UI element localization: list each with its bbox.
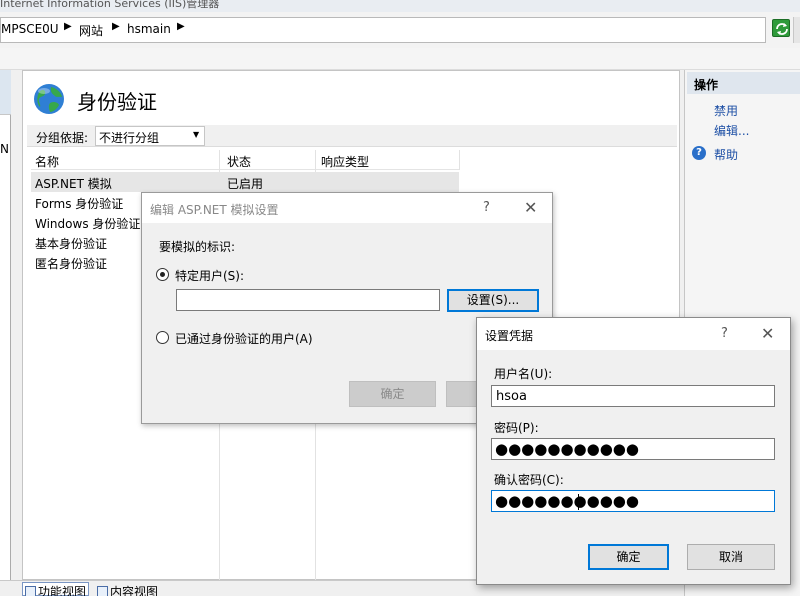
features-view-icon xyxy=(25,586,36,596)
help-icon: ? xyxy=(692,146,706,160)
action-disable-link[interactable]: 禁用 xyxy=(714,102,738,119)
group-by-value: 不进行分组 xyxy=(99,131,160,145)
radio-selected-dot xyxy=(160,272,165,277)
help-button[interactable]: ? xyxy=(721,326,728,341)
breadcrumb-separator-icon[interactable]: ▶ xyxy=(64,21,72,32)
action-help-link[interactable]: 帮助 xyxy=(714,146,738,163)
password-label: 密码(P): xyxy=(494,421,539,435)
page-title: 身份验证 xyxy=(77,90,157,114)
confirm-password-value: ●●●●●●●●●●● xyxy=(495,492,639,510)
row-name: Forms 身份验证 xyxy=(35,197,124,211)
row-name: Windows 身份验证 xyxy=(35,217,141,231)
credentials-dialog-title: 设置凭据 xyxy=(485,329,534,343)
table-row[interactable]: ASP.NET 模拟 已启用 xyxy=(31,172,459,192)
ok-button[interactable]: 确定 xyxy=(349,381,436,407)
content-view-icon xyxy=(97,586,108,596)
tab-features-view[interactable]: 功能视图 xyxy=(22,582,90,596)
tab-content-view[interactable]: 内容视图 xyxy=(97,583,158,596)
credentials-dialog: 设置凭据 ? ✕ 用户名(U): hsoa 密码(P): ●●●●●●●●●●●… xyxy=(476,317,791,585)
column-header-status[interactable]: 状态 xyxy=(227,153,251,170)
group-by-bar: 分组依据: 不进行分组 ▼ xyxy=(27,125,677,147)
row-name: 基本身份验证 xyxy=(35,237,108,251)
address-bar: MPSCE0U ▶ 网站 ▶ hsmain ▶ xyxy=(0,12,800,48)
chevron-down-icon: ▼ xyxy=(193,130,200,139)
confirm-password-label: 确认密码(C): xyxy=(494,473,564,487)
specific-user-label[interactable]: 特定用户(S): xyxy=(175,267,244,284)
column-divider xyxy=(459,150,460,170)
authenticated-user-radio[interactable] xyxy=(156,331,169,344)
identity-section-label: 要模拟的标识: xyxy=(159,240,236,254)
username-field[interactable]: hsoa xyxy=(491,385,775,407)
actions-header: 操作 xyxy=(687,72,800,94)
text-caret xyxy=(578,494,579,510)
globe-icon xyxy=(34,84,64,114)
username-label: 用户名(U): xyxy=(494,367,553,381)
breadcrumb-item-server[interactable]: MPSCE0U xyxy=(1,22,59,36)
close-icon[interactable]: ✕ xyxy=(524,198,537,217)
authenticated-user-label[interactable]: 已通过身份验证的用户(A) xyxy=(175,330,313,347)
refresh-icon[interactable] xyxy=(772,19,790,37)
impersonation-dialog-titlebar: 编辑 ASP.NET 模拟设置 ? ✕ xyxy=(142,193,552,223)
row-name: 匿名身份验证 xyxy=(35,257,108,271)
tab-features-view-label: 功能视图 xyxy=(38,585,87,596)
breadcrumb-separator-icon[interactable]: ▶ xyxy=(112,21,120,32)
password-value: ●●●●●●●●●●● xyxy=(495,440,639,458)
breadcrumb[interactable]: MPSCE0U ▶ 网站 ▶ hsmain ▶ xyxy=(0,17,766,43)
column-header-name[interactable]: 名称 xyxy=(35,153,59,170)
row-name: ASP.NET 模拟 xyxy=(35,177,112,191)
window-title: Internet Information Services (IIS)管理器 xyxy=(0,0,220,10)
close-icon[interactable]: ✕ xyxy=(761,324,774,343)
address-scroll-handle[interactable] xyxy=(793,17,800,43)
actions-title: 操作 xyxy=(694,78,719,92)
impersonation-dialog-title: 编辑 ASP.NET 模拟设置 xyxy=(150,203,279,217)
ok-button[interactable]: 确定 xyxy=(588,544,669,570)
password-field[interactable]: ●●●●●●●●●●● xyxy=(491,438,775,460)
connections-panel: N xyxy=(0,70,11,580)
credentials-dialog-titlebar: 设置凭据 ? ✕ xyxy=(477,318,790,350)
group-by-select[interactable]: 不进行分组 ▼ xyxy=(95,126,205,146)
tab-content-view-label: 内容视图 xyxy=(110,585,159,596)
specific-user-input[interactable] xyxy=(176,289,440,311)
set-credentials-button[interactable]: 设置(S)... xyxy=(447,289,539,312)
confirm-password-field[interactable]: ●●●●●●●●●●● xyxy=(491,490,775,512)
window-title-bar: Internet Information Services (IIS)管理器 xyxy=(0,0,800,12)
connections-tree-item[interactable]: N xyxy=(0,142,9,156)
cancel-button[interactable]: 取消 xyxy=(687,544,775,570)
action-edit-link[interactable]: 编辑... xyxy=(714,122,749,139)
connections-panel-header xyxy=(0,70,11,115)
breadcrumb-item-sites[interactable]: 网站 xyxy=(79,22,103,39)
row-status: 已启用 xyxy=(227,177,264,191)
table-header: 名称 状态 响应类型 xyxy=(31,150,459,170)
username-value: hsoa xyxy=(496,389,527,404)
toolbar xyxy=(0,48,800,70)
breadcrumb-separator-icon[interactable]: ▶ xyxy=(177,21,185,32)
help-button[interactable]: ? xyxy=(483,200,490,215)
column-header-response[interactable]: 响应类型 xyxy=(321,153,369,170)
breadcrumb-item-site[interactable]: hsmain xyxy=(127,22,171,36)
group-by-label: 分组依据: xyxy=(36,131,89,145)
specific-user-radio[interactable] xyxy=(156,268,169,281)
